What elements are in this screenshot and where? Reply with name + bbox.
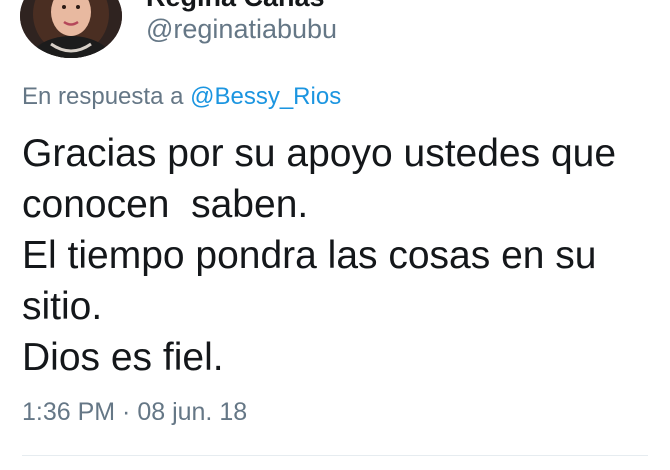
avatar-photo <box>20 0 122 58</box>
tweet-line: El tiempo pondra las cosas en su <box>22 234 597 277</box>
tweet-text: Gracias por su apoyo ustedes que conocen… <box>22 128 652 383</box>
reply-prefix: En respuesta a <box>22 83 191 110</box>
tweet-line: Dios es fiel. <box>22 336 224 379</box>
reply-mention-link[interactable]: @Bessy_Rios <box>190 83 341 110</box>
tweet-line: conocen saben. <box>22 183 309 226</box>
tweet-line: sitio. <box>22 285 103 328</box>
author-handle[interactable]: @reginatiabubu <box>146 14 337 45</box>
author-display-name[interactable]: Regina Cañas <box>146 0 325 13</box>
tweet-line: Gracias por su apoyo ustedes que <box>22 132 617 175</box>
divider <box>22 455 648 456</box>
reply-context: En respuesta a @Bessy_Rios <box>22 83 341 111</box>
tweet-header: Regina Cañas @reginatiabubu <box>0 0 670 60</box>
tweet-timestamp[interactable]: 1:36 PM · 08 jun. 18 <box>22 398 247 427</box>
avatar[interactable] <box>20 0 122 58</box>
